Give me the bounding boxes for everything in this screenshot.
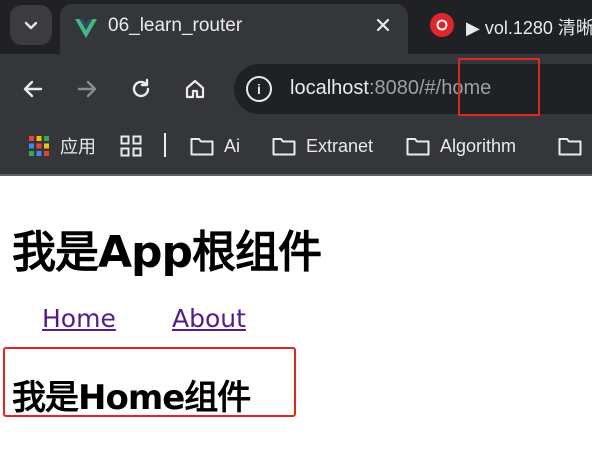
vue-logo-icon <box>75 19 97 38</box>
forward-button[interactable] <box>72 74 102 104</box>
apps-grid-icon <box>29 136 49 156</box>
annotation-box-router-view <box>3 347 296 417</box>
url-host: localhost <box>290 77 369 99</box>
bookmark-divider <box>164 133 166 157</box>
tab-title: 06_learn_router <box>108 15 243 36</box>
router-link-home[interactable]: Home <box>42 304 116 333</box>
bookmark-folder-overflow[interactable] <box>558 134 582 158</box>
annotation-box-url <box>458 58 540 116</box>
tab-search-button[interactable] <box>10 5 52 45</box>
netease-music-icon <box>430 13 454 37</box>
tab-title-inactive[interactable]: ▶ vol.1280 清晰 <box>466 14 592 40</box>
tab-groups-button[interactable] <box>120 134 142 158</box>
back-button[interactable] <box>18 74 48 104</box>
reload-icon <box>132 78 150 98</box>
reload-button[interactable] <box>126 74 156 104</box>
bookmark-label: 应用 <box>60 137 96 157</box>
tab-active[interactable]: 06_learn_router <box>60 4 408 54</box>
home-button[interactable] <box>180 74 210 104</box>
site-info-icon[interactable]: i <box>246 76 272 102</box>
router-link-about[interactable]: About <box>172 304 246 333</box>
home-icon <box>185 79 205 99</box>
folder-icon <box>272 138 296 156</box>
grid-icon <box>120 135 142 157</box>
tab-close-button[interactable] <box>372 14 394 36</box>
bookmark-ai[interactable]: Ai <box>190 134 240 158</box>
tab-strip: 06_learn_router ▶ vol.1280 清晰 <box>0 0 592 54</box>
chrome-divider <box>0 174 592 176</box>
bookmark-label: Extranet <box>306 135 374 156</box>
folder-icon <box>190 138 214 156</box>
bookmark-label: Algorithm <box>440 135 517 156</box>
folder-icon <box>558 138 582 156</box>
folder-icon <box>406 138 430 156</box>
bookmark-label: Ai <box>224 135 241 156</box>
bookmarks-bar: 应用 Ai Extranet Algorithm <box>0 124 592 174</box>
arrow-right-icon <box>77 80 97 98</box>
bookmark-algorithm[interactable]: Algorithm <box>406 134 516 158</box>
chevron-down-icon <box>24 21 38 30</box>
arrow-left-icon <box>23 80 43 98</box>
bookmark-apps[interactable]: 应用 <box>28 134 96 158</box>
page-title: 我是App根组件 <box>12 227 322 278</box>
bookmark-extranet[interactable]: Extranet <box>272 134 373 158</box>
close-icon <box>376 18 390 32</box>
